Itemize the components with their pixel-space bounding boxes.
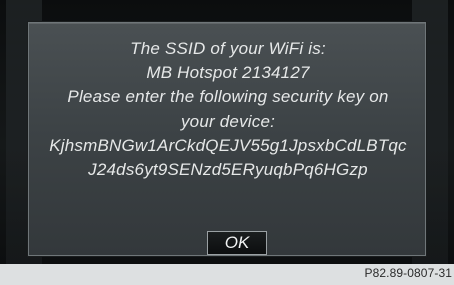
security-key-line-2: J24ds6yt9SENzd5ERyuqbPq6HGzp [88,160,368,180]
security-key-instruction: Please enter the following security key … [67,87,389,107]
security-key-instruction-cont: your device: [180,111,276,131]
dialog-message: The SSID of your WiFi is: MB Hotspot 213… [29,37,427,182]
ok-button[interactable]: OK [207,231,267,255]
wifi-security-key-dialog: The SSID of your WiFi is: MB Hotspot 213… [28,22,426,256]
ssid-value: MB Hotspot 2134127 [146,63,310,83]
ssid-intro-text: The SSID of your WiFi is: [130,39,326,58]
figure-reference-code: P82.89-0807-31 [364,266,452,280]
security-key-line-1: KjhsmBNGw1ArCkdQEJV55g1JpsxbCdLBTqc [49,135,407,155]
display-screen: The SSID of your WiFi is: MB Hotspot 213… [0,0,454,264]
